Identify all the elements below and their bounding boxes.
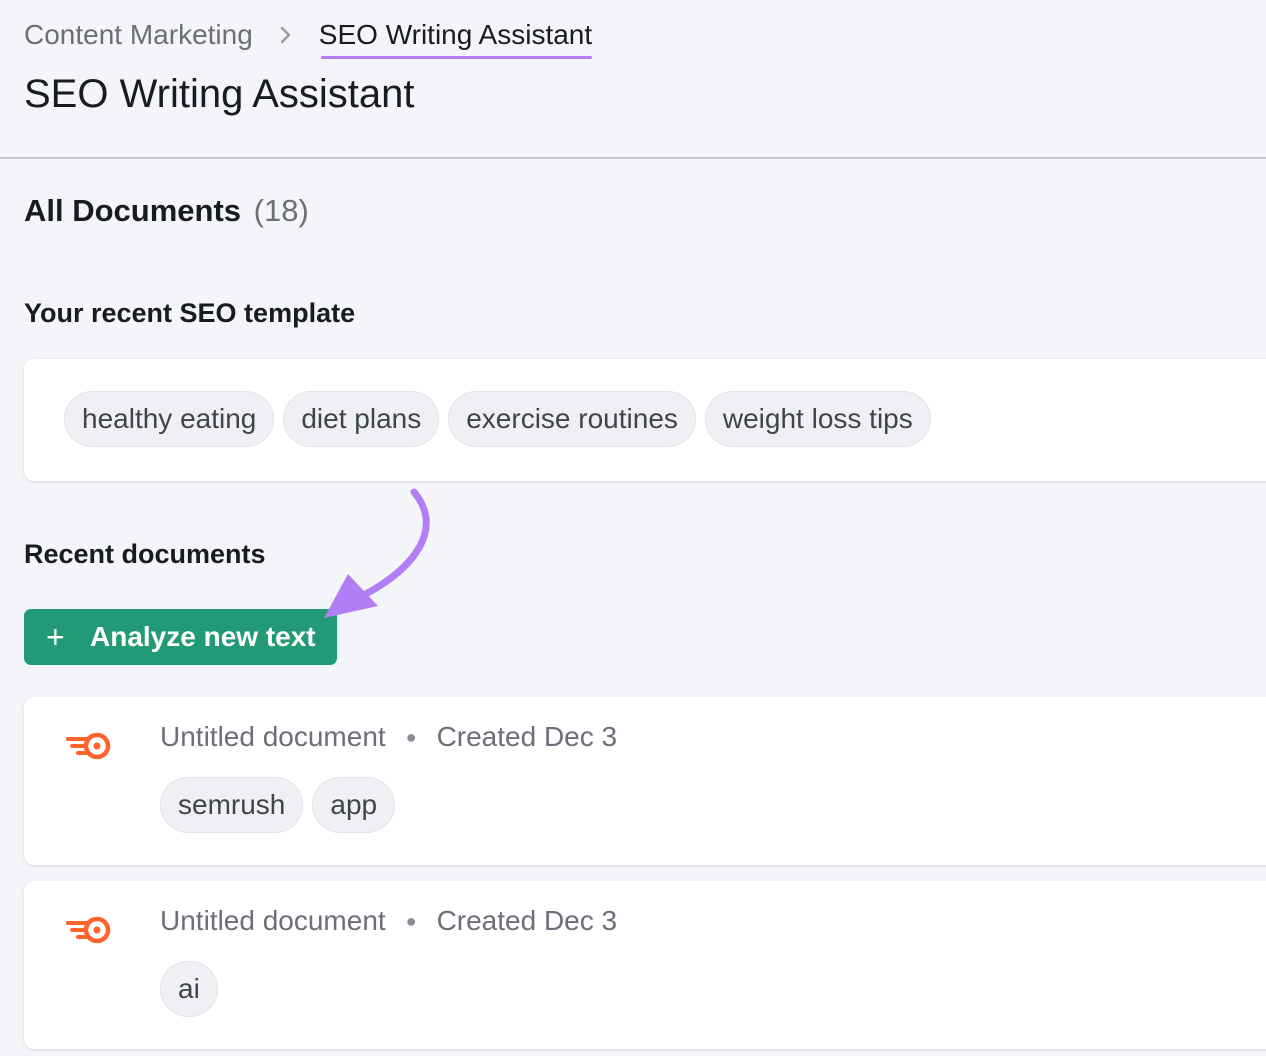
document-tag[interactable]: ai: [160, 961, 218, 1017]
recent-documents-heading: Recent documents: [24, 539, 266, 569]
document-created: Created Dec 3: [436, 721, 618, 752]
document-tag-list: semrush app: [160, 777, 396, 833]
document-title[interactable]: Untitled document: [160, 721, 386, 753]
document-created: Created Dec 3: [436, 905, 618, 936]
semrush-logo-icon: [66, 732, 111, 760]
all-documents-count: (18): [253, 193, 309, 228]
document-card[interactable]: Untitled document ● Created Dec 3 ai: [24, 881, 1266, 1049]
template-tag[interactable]: exercise routines: [448, 391, 696, 447]
template-tag-list: healthy eating diet plans exercise routi…: [64, 391, 931, 447]
analyze-new-text-button[interactable]: + Analyze new text: [24, 609, 337, 665]
breadcrumb: Content Marketing SEO Writing Assistant: [24, 14, 593, 59]
template-tag[interactable]: healthy eating: [64, 391, 275, 447]
all-documents-label: All Documents: [24, 193, 242, 228]
separator-dot: ●: [405, 726, 417, 747]
document-tag[interactable]: semrush: [160, 777, 304, 833]
chevron-right-icon: [253, 25, 319, 45]
template-heading: Your recent SEO template: [24, 298, 356, 328]
breadcrumb-seo-writing-assistant[interactable]: SEO Writing Assistant: [319, 19, 593, 59]
template-card[interactable]: healthy eating diet plans exercise routi…: [24, 359, 1266, 481]
page-title: SEO Writing Assistant: [24, 72, 415, 116]
document-title[interactable]: Untitled document: [160, 905, 386, 937]
document-meta: Untitled document ● Created Dec 3: [160, 721, 617, 753]
pointer-arrow-icon: [324, 488, 430, 618]
separator-dot: ●: [405, 910, 417, 931]
header-divider: [0, 157, 1266, 159]
template-tag[interactable]: diet plans: [283, 391, 440, 447]
breadcrumb-content-marketing[interactable]: Content Marketing: [24, 19, 253, 51]
template-tag[interactable]: weight loss tips: [704, 391, 931, 447]
all-documents-heading: All Documents (18): [24, 193, 309, 229]
document-meta: Untitled document ● Created Dec 3: [160, 905, 617, 937]
plus-icon: +: [46, 618, 65, 655]
document-tag-list: ai: [160, 961, 218, 1017]
semrush-logo-icon: [66, 916, 111, 944]
document-card[interactable]: Untitled document ● Created Dec 3 semrus…: [24, 697, 1266, 865]
document-tag[interactable]: app: [312, 777, 396, 833]
analyze-new-text-label: Analyze new text: [90, 621, 316, 652]
